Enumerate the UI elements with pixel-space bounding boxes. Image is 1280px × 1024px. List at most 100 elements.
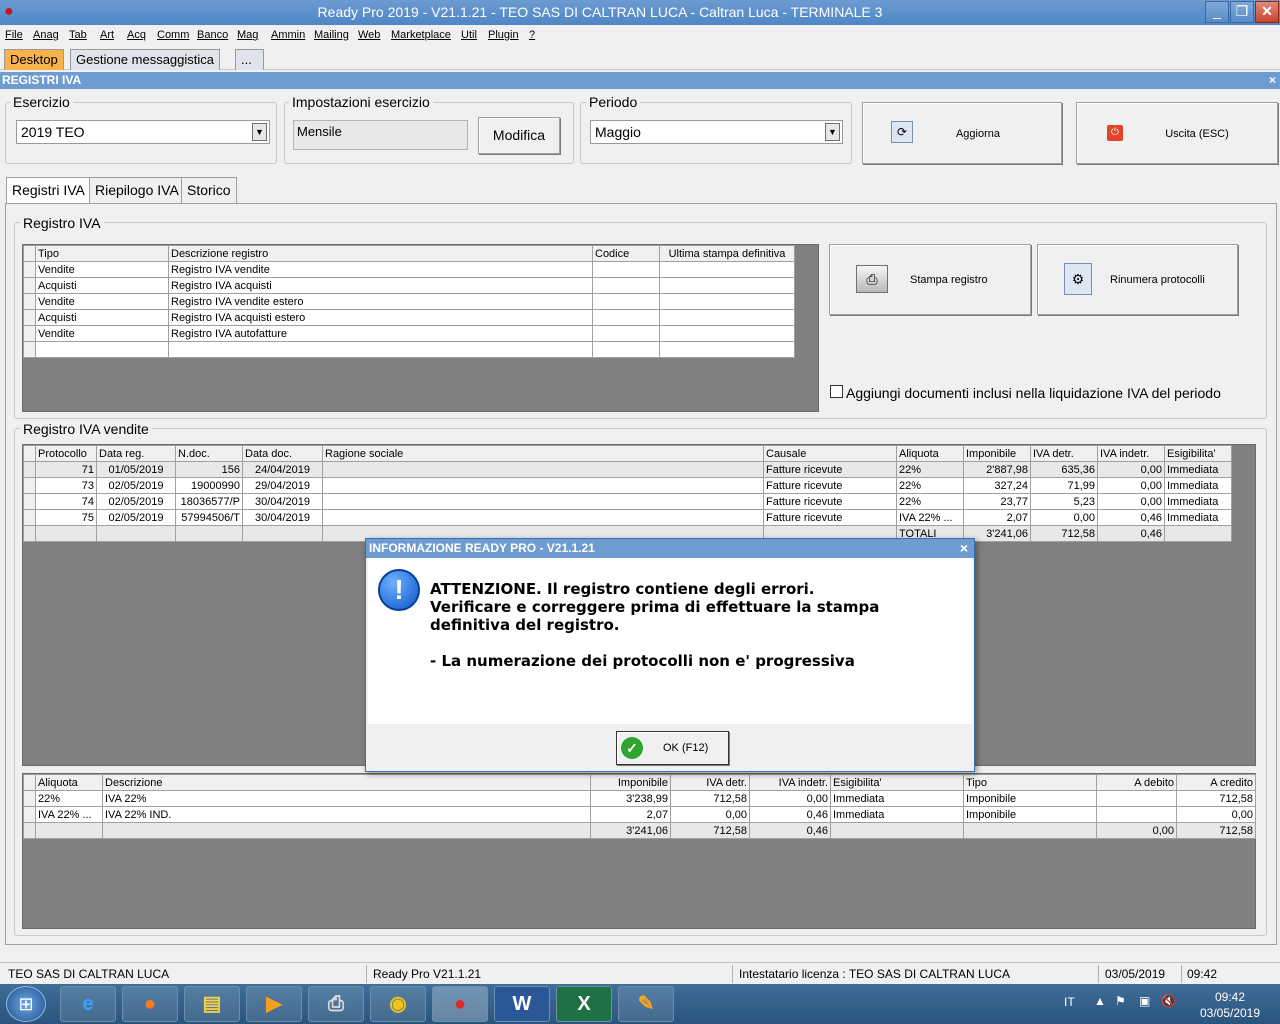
row-selector[interactable] xyxy=(23,806,36,823)
menu-ammin[interactable]: Ammin xyxy=(271,29,305,41)
col-header[interactable]: Descrizione xyxy=(102,774,591,791)
rinumera-protocolli-button[interactable]: ⚙ Rinumera protocolli xyxy=(1037,244,1238,315)
col-header[interactable]: Data reg. xyxy=(96,445,176,462)
menu-anag[interactable]: Anag xyxy=(33,29,59,41)
row-selector[interactable] xyxy=(23,341,36,358)
clock-time[interactable]: 09:42 xyxy=(1195,990,1265,1004)
col-header[interactable]: Protocollo xyxy=(35,445,97,462)
col-header[interactable]: Imponibile xyxy=(590,774,671,791)
file-explorer-icon[interactable]: ▤ xyxy=(184,986,240,1022)
stampa-registro-button[interactable]: ⎙ Stampa registro xyxy=(829,244,1031,315)
row-selector[interactable] xyxy=(23,261,36,278)
excel-icon[interactable]: X xyxy=(556,986,612,1022)
tab-riepilogo-iva[interactable]: Riepilogo IVA xyxy=(89,177,185,203)
clock-date[interactable]: 03/05/2019 xyxy=(1190,1006,1270,1020)
ok-button[interactable]: ✓ OK (F12) xyxy=(616,731,729,765)
row-selector[interactable] xyxy=(23,309,36,326)
aggiorna-button[interactable]: ⟳ Aggiorna xyxy=(862,102,1062,164)
menu-tab[interactable]: Tab xyxy=(69,29,87,41)
modifica-button[interactable]: Modifica xyxy=(478,117,560,154)
menu-util[interactable]: Util xyxy=(461,29,477,41)
col-header[interactable]: IVA detr. xyxy=(1030,445,1098,462)
col-header[interactable]: Data doc. xyxy=(242,445,323,462)
col-header[interactable]: Imponibile xyxy=(963,445,1031,462)
printer-app-icon[interactable]: ⎙ xyxy=(308,986,364,1022)
row-selector[interactable] xyxy=(23,790,36,807)
close-button[interactable]: ✕ xyxy=(1255,1,1279,23)
aggiungi-documenti-checkbox[interactable] xyxy=(830,385,843,398)
network-icon[interactable]: ▣ xyxy=(1139,994,1150,1008)
col-header[interactable]: Tipo xyxy=(963,774,1097,791)
col-header[interactable]: Aliquota xyxy=(896,445,964,462)
tab-desktop[interactable]: Desktop xyxy=(4,49,64,70)
menu-comm[interactable]: Comm xyxy=(157,29,189,41)
maximize-button[interactable]: ❐ xyxy=(1230,1,1254,23)
volume-muted-icon[interactable]: 🔇 xyxy=(1161,994,1176,1008)
col-header[interactable]: A debito xyxy=(1096,774,1177,791)
menu-help[interactable]: ? xyxy=(529,29,535,41)
menu-mag[interactable]: Mag xyxy=(237,29,258,41)
col-header[interactable]: Descrizione registro xyxy=(168,245,593,262)
table-row[interactable]: Vendite Registro IVA vendite xyxy=(23,261,795,278)
firefox-icon[interactable]: ● xyxy=(122,986,178,1022)
menu-web[interactable]: Web xyxy=(358,29,380,41)
col-header[interactable]: IVA indetr. xyxy=(1097,445,1165,462)
tab-gestione-messaggistica[interactable]: Gestione messaggistica xyxy=(70,49,221,70)
col-header[interactable]: Codice xyxy=(592,245,660,262)
esercizio-select[interactable]: 2019 TEO ▼ xyxy=(16,120,270,144)
col-header[interactable]: Tipo xyxy=(35,245,169,262)
col-header[interactable]: Ultima stampa definitiva xyxy=(659,245,795,262)
col-header[interactable]: IVA detr. xyxy=(670,774,750,791)
table-row[interactable]: 75 02/05/2019 57994506/T 30/04/2019 Fatt… xyxy=(23,509,1232,526)
flag-icon[interactable]: ⚑ xyxy=(1115,994,1126,1008)
col-header[interactable]: Ragione sociale xyxy=(322,445,764,462)
menu-banco[interactable]: Banco xyxy=(197,29,228,41)
tab-more[interactable]: ... xyxy=(235,49,264,70)
table-row[interactable]: Acquisti Registro IVA acquisti estero xyxy=(23,309,795,326)
start-button[interactable]: ⊞ xyxy=(6,986,46,1022)
row-selector[interactable] xyxy=(23,325,36,342)
table-row[interactable]: 71 01/05/2019 156 24/04/2019 Fatture ric… xyxy=(23,461,1232,478)
menu-marketplace[interactable]: Marketplace xyxy=(391,29,451,41)
paint-icon[interactable]: ✎ xyxy=(618,986,674,1022)
row-selector[interactable] xyxy=(23,293,36,310)
section-close-icon[interactable]: × xyxy=(1269,72,1276,89)
menu-mailing[interactable]: Mailing xyxy=(314,29,349,41)
ready-pro-icon[interactable]: ● xyxy=(432,986,488,1022)
col-header[interactable]: Esigibilita' xyxy=(1164,445,1232,462)
periodo-select[interactable]: Maggio ▼ xyxy=(590,120,843,144)
language-indicator[interactable]: IT xyxy=(1064,995,1075,1009)
tab-storico[interactable]: Storico xyxy=(181,177,237,203)
dialog-close-icon[interactable]: × xyxy=(960,540,968,556)
menu-acq[interactable]: Acq xyxy=(127,29,146,41)
media-player-icon[interactable]: ▶ xyxy=(246,986,302,1022)
col-header[interactable]: A credito xyxy=(1176,774,1256,791)
row-selector[interactable] xyxy=(23,477,36,494)
menu-file[interactable]: File xyxy=(5,29,23,41)
internet-explorer-icon[interactable]: e xyxy=(60,986,116,1022)
table-row[interactable]: IVA 22% ... IVA 22% IND. 2,07 0,00 0,46 … xyxy=(23,806,1256,823)
tab-registri-iva[interactable]: Registri IVA xyxy=(6,177,91,204)
row-selector[interactable] xyxy=(23,509,36,526)
word-icon[interactable]: W xyxy=(494,986,550,1022)
col-header[interactable]: Aliquota xyxy=(35,774,103,791)
col-header[interactable]: Causale xyxy=(763,445,897,462)
table-row[interactable]: 73 02/05/2019 19000990 29/04/2019 Fattur… xyxy=(23,477,1232,494)
menu-art[interactable]: Art xyxy=(100,29,114,41)
row-selector[interactable] xyxy=(23,277,36,294)
table-row[interactable]: 22% IVA 22% 3'238,99 712,58 0,00 Immedia… xyxy=(23,790,1256,807)
row-selector[interactable] xyxy=(23,493,36,510)
table-row[interactable]: Vendite Registro IVA vendite estero xyxy=(23,293,795,310)
uscita-button[interactable]: ⏻ Uscita (ESC) xyxy=(1076,102,1278,164)
table-row-empty[interactable] xyxy=(23,341,795,358)
chrome-icon[interactable]: ◉ xyxy=(370,986,426,1022)
table-row[interactable]: 74 02/05/2019 18036577/P 30/04/2019 Fatt… xyxy=(23,493,1232,510)
table-row[interactable]: Acquisti Registro IVA acquisti xyxy=(23,277,795,294)
minimize-button[interactable]: _ xyxy=(1205,1,1229,23)
table-row[interactable]: Vendite Registro IVA autofatture xyxy=(23,325,795,342)
tray-up-arrow-icon[interactable]: ▲ xyxy=(1094,994,1106,1008)
col-header[interactable]: N.doc. xyxy=(175,445,243,462)
row-selector[interactable] xyxy=(23,461,36,478)
col-header[interactable]: IVA indetr. xyxy=(749,774,831,791)
aggiungi-documenti-label[interactable]: Aggiungi documenti inclusi nella liquida… xyxy=(846,385,1221,401)
